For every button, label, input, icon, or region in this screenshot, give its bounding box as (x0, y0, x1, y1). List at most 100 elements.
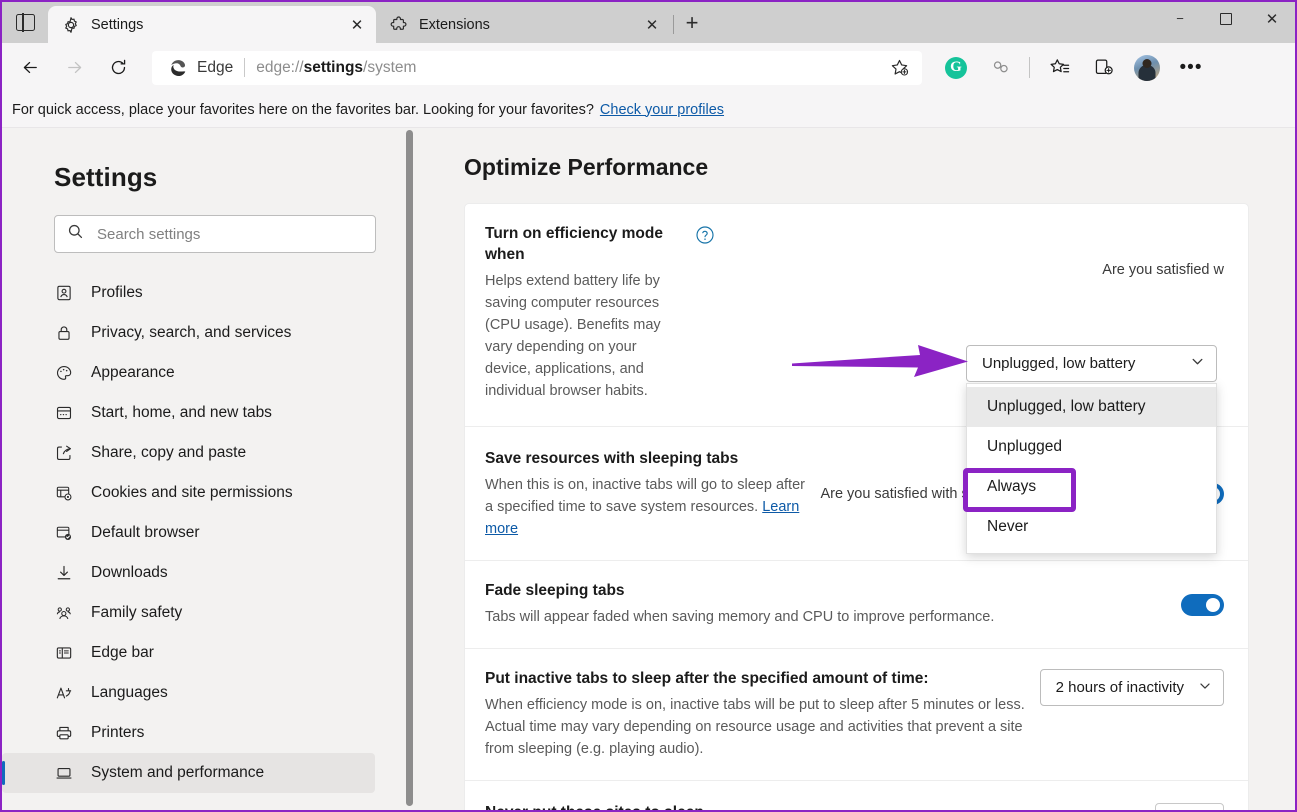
sidebar-item-system-and-performance[interactable]: System and performance (2, 753, 375, 793)
setting-inactive-tab-timer: Put inactive tabs to sleep after the spe… (465, 649, 1248, 782)
fade-sleeping-tabs-toggle[interactable] (1181, 593, 1224, 616)
section-heading: Optimize Performance (464, 154, 709, 180)
setting-fade-sleeping-tabs: Fade sleeping tabs Tabs will appear fade… (465, 561, 1248, 649)
add-favorite-star-icon[interactable] (884, 53, 914, 83)
sidebar-item-start-home[interactable]: Start, home, and new tabs (2, 393, 375, 433)
search-input[interactable] (97, 225, 363, 243)
help-question-icon[interactable] (695, 225, 715, 245)
family-people-icon (54, 603, 74, 623)
browser-window: Settings ✕ Extensions ✕ + − ✕ Edge edge:… (0, 0, 1297, 812)
sidebar-item-label: Edge bar (91, 644, 154, 661)
sidebar-item-profiles[interactable]: Profiles (2, 273, 375, 313)
select-value: Unplugged, low battery (982, 355, 1136, 372)
edge-logo-icon (168, 58, 188, 78)
collections-icon[interactable] (1085, 50, 1121, 86)
dropdown-option-unplugged[interactable]: Unplugged (967, 427, 1216, 467)
lock-icon (54, 323, 74, 343)
dropdown-option-always[interactable]: Always (967, 467, 1216, 507)
sidebar-item-label: Profiles (91, 284, 143, 301)
dropdown-option-unplugged-low-battery[interactable]: Unplugged, low battery (967, 387, 1216, 427)
setting-description: Tabs will appear faded when saving memor… (485, 608, 995, 625)
sidebar-item-label: Downloads (91, 564, 168, 581)
sidebar-item-family-safety[interactable]: Family safety (2, 593, 375, 633)
url-suffix: /system (363, 58, 417, 76)
sidebar-item-downloads[interactable]: Downloads (2, 553, 375, 593)
maximize-button[interactable] (1203, 2, 1249, 35)
browser-toolbar: Edge edge://settings/system G ••• (2, 43, 1295, 92)
tab-strip: Settings ✕ Extensions ✕ + − ✕ (2, 2, 1295, 43)
grammarly-badge: G (945, 56, 967, 79)
tab-title: Extensions (419, 16, 490, 33)
sidebar-item-default-browser[interactable]: Default browser (2, 513, 375, 553)
window-tabs-icon (54, 403, 74, 423)
setting-title: Put inactive tabs to sleep after the spe… (485, 670, 929, 687)
page-scrollbar[interactable] (403, 128, 418, 810)
close-icon[interactable]: ✕ (639, 12, 665, 38)
sidebar-item-languages[interactable]: Languages (2, 673, 375, 713)
dropdown-option-never[interactable]: Never (967, 507, 1216, 547)
sidebar-item-label: Family safety (91, 604, 183, 621)
favorites-bar: For quick access, place your favorites h… (2, 92, 1295, 128)
refresh-icon[interactable] (100, 50, 136, 86)
sidebar-item-cookies[interactable]: Cookies and site permissions (2, 473, 375, 513)
palette-icon (54, 363, 74, 383)
forward-arrow-icon (56, 50, 92, 86)
profile-avatar[interactable] (1129, 50, 1165, 86)
search-icon (67, 223, 84, 245)
share-icon (54, 443, 74, 463)
scrollbar-thumb[interactable] (406, 130, 413, 806)
page-title: Settings (54, 162, 158, 192)
select-value: 2 hours of inactivity (1055, 679, 1184, 696)
edge-bar-icon (54, 643, 74, 663)
tab-title: Settings (91, 16, 144, 33)
tab-extensions[interactable]: Extensions ✕ (376, 6, 671, 43)
download-arrow-icon (54, 563, 74, 583)
setting-title: Save resources with sleeping tabs (485, 450, 739, 468)
setting-never-sleep-sites: Never put these sites to sleep This also… (465, 781, 1248, 810)
setting-title: Fade sleeping tabs (485, 582, 625, 600)
sidebar-item-appearance[interactable]: Appearance (2, 353, 375, 393)
chevron-down-icon (1190, 354, 1205, 373)
close-window-button[interactable]: ✕ (1249, 2, 1295, 35)
more-settings-icon[interactable]: ••• (1173, 50, 1209, 86)
add-site-button[interactable]: Add (1155, 803, 1224, 810)
tab-list-icon[interactable] (2, 2, 48, 43)
close-icon[interactable]: ✕ (344, 12, 370, 38)
window-controls: − ✕ (1157, 2, 1295, 35)
address-bar[interactable]: Edge edge://settings/system (152, 50, 922, 85)
favorites-star-list-icon[interactable] (1041, 50, 1077, 86)
new-tab-button[interactable]: + (674, 5, 710, 41)
toolbar-separator (1029, 57, 1030, 78)
minimize-button[interactable]: − (1157, 2, 1203, 35)
printer-icon (54, 723, 74, 743)
languages-a-icon (54, 683, 74, 703)
tab-settings[interactable]: Settings ✕ (48, 6, 376, 43)
url-bold: settings (303, 58, 364, 76)
sidebar-item-label: Start, home, and new tabs (91, 404, 272, 421)
check-profiles-link[interactable]: Check your profiles (600, 102, 724, 118)
grammarly-extension-icon[interactable]: G (938, 50, 974, 86)
more-dots: ••• (1179, 56, 1203, 78)
sidebar-item-printers[interactable]: Printers (2, 713, 375, 753)
setting-description: When this is on, inactive tabs will go t… (485, 474, 805, 540)
sidebar-item-label: Privacy, search, and services (91, 324, 292, 341)
efficiency-mode-dropdown-list[interactable]: Unplugged, low battery Unplugged Always … (966, 383, 1217, 554)
favorites-bar-message: For quick access, place your favorites h… (12, 101, 594, 118)
settings-sidebar: Settings Profiles (2, 128, 402, 810)
split-screen-icon[interactable] (982, 50, 1018, 86)
omnibox-separator (244, 58, 246, 77)
sidebar-item-edge-bar[interactable]: Edge bar (2, 633, 375, 673)
brand-label: Edge (197, 58, 234, 76)
efficiency-mode-select[interactable]: Unplugged, low battery (966, 345, 1217, 382)
search-settings-box[interactable] (54, 215, 376, 253)
sidebar-item-share[interactable]: Share, copy and paste (2, 433, 375, 473)
sidebar-item-privacy[interactable]: Privacy, search, and services (2, 313, 375, 353)
sidebar-item-label: System and performance (91, 764, 265, 781)
inactivity-duration-select[interactable]: 2 hours of inactivity (1039, 669, 1224, 706)
sidebar-item-label: Printers (91, 724, 145, 741)
setting-description: When efficiency mode is on, inactive tab… (485, 696, 1025, 757)
back-arrow-icon[interactable] (12, 50, 48, 86)
cookies-permissions-icon (54, 483, 74, 503)
sidebar-item-label: Default browser (91, 524, 200, 541)
setting-description: Helps extend battery life by saving comp… (485, 272, 661, 399)
